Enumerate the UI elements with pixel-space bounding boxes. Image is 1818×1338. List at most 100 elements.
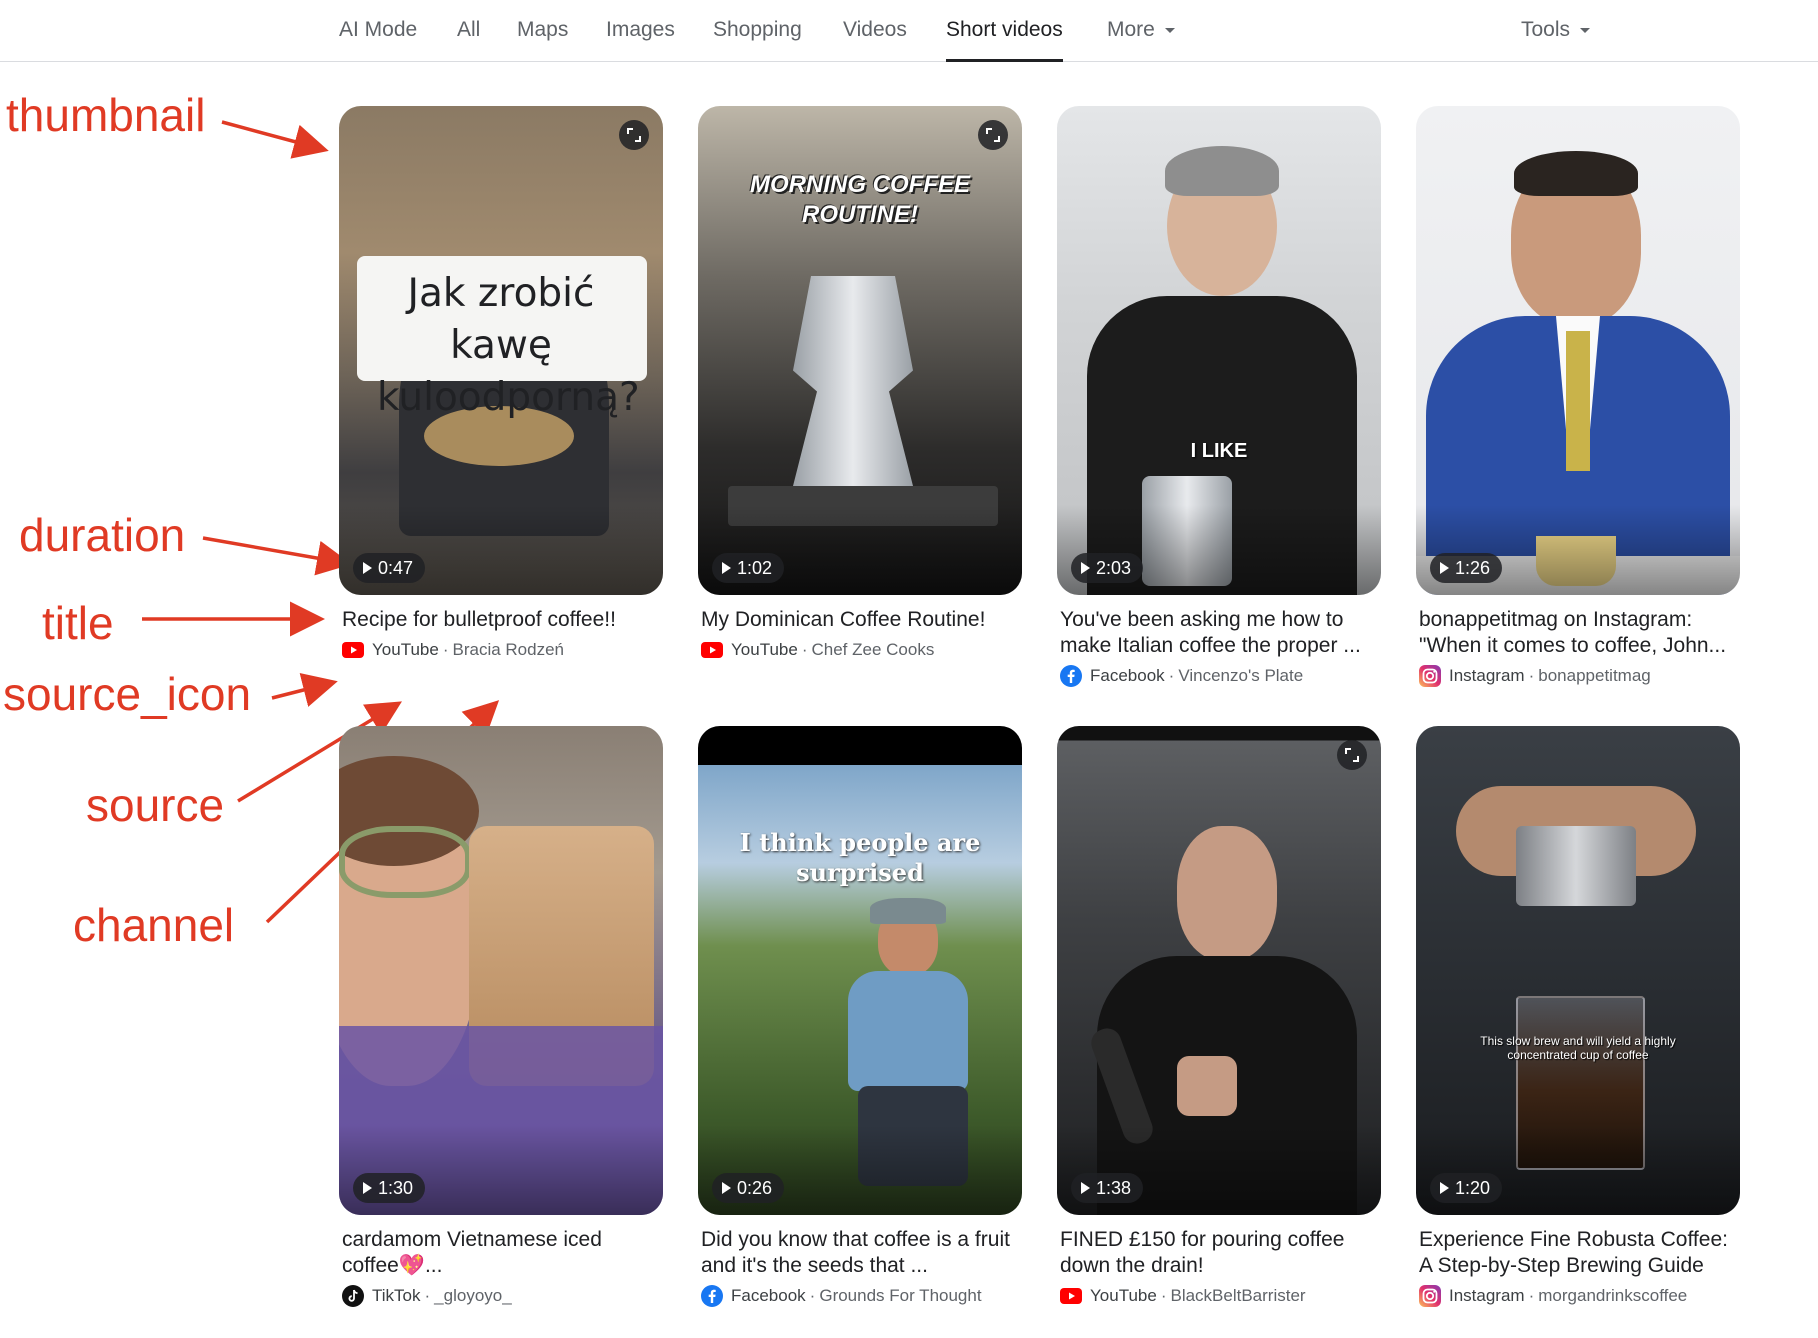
source-name: Instagram xyxy=(1449,666,1525,685)
youtube-icon xyxy=(342,639,364,661)
video-title[interactable]: FINED £150 for pouring coffee down the d… xyxy=(1060,1227,1381,1279)
separator: · xyxy=(1160,1286,1167,1305)
duration-badge: 1:20 xyxy=(1430,1173,1503,1203)
video-title[interactable]: You've been asking me how to make Italia… xyxy=(1060,607,1381,659)
channel-name: Bracia Rodzeń xyxy=(452,640,564,659)
tab-more-label: More xyxy=(1107,18,1155,41)
video-meta: YouTube · BlackBeltBarrister xyxy=(1060,1285,1381,1307)
chevron-down-icon xyxy=(1580,27,1591,33)
duration-text: 0:47 xyxy=(378,558,414,578)
channel-name: BlackBeltBarrister xyxy=(1170,1286,1306,1305)
video-card[interactable]: 1:38 FINED £150 for pouring coffee down … xyxy=(1057,726,1381,1307)
tools-label: Tools xyxy=(1521,18,1571,41)
separator: · xyxy=(801,640,808,659)
tools-button[interactable]: Tools xyxy=(1521,0,1591,61)
tab-videos[interactable]: Videos xyxy=(843,0,907,61)
separator: · xyxy=(424,1286,431,1305)
duration-badge: 1:38 xyxy=(1071,1173,1144,1203)
video-meta: Instagram · morgandrinkscoffee xyxy=(1419,1285,1740,1307)
video-card[interactable]: MORNING COFFEE ROUTINE! 1:02 My Dominica… xyxy=(698,106,1022,661)
expand-icon[interactable] xyxy=(1337,740,1367,770)
separator: · xyxy=(1528,1286,1535,1305)
video-thumbnail[interactable]: 1:38 xyxy=(1057,726,1381,1215)
annotation-thumbnail: thumbnail xyxy=(6,89,206,141)
duration-text: 1:38 xyxy=(1096,1178,1132,1198)
duration-text: 0:26 xyxy=(737,1178,773,1198)
video-thumbnail[interactable]: This slow brew and will yield a highly c… xyxy=(1416,726,1740,1215)
instagram-icon xyxy=(1419,1285,1441,1307)
channel-name: Vincenzo's Plate xyxy=(1178,666,1304,685)
video-title[interactable]: Experience Fine Robusta Coffee: A Step-b… xyxy=(1419,1227,1740,1279)
annotation-duration: duration xyxy=(19,509,186,561)
separator: · xyxy=(442,640,449,659)
video-title[interactable]: My Dominican Coffee Routine! xyxy=(701,607,1022,633)
annotation-title: title xyxy=(42,597,114,649)
tab-images[interactable]: Images xyxy=(606,0,675,61)
source-name: TikTok xyxy=(372,1286,421,1305)
video-title[interactable]: bonappetitmag on Instagram: "When it com… xyxy=(1419,607,1740,659)
video-thumbnail[interactable]: Jak zrobić kawę kuloodporną? 0:47 xyxy=(339,106,663,595)
video-thumbnail[interactable]: 1:26 xyxy=(1416,106,1740,595)
play-icon xyxy=(1081,1182,1090,1194)
source-name: YouTube xyxy=(1090,1286,1157,1305)
tab-short-videos[interactable]: Short videos xyxy=(946,0,1063,62)
video-title[interactable]: cardamom Vietnamese iced coffee💖... xyxy=(342,1227,663,1279)
video-thumbnail[interactable]: I think people are surprised 0:26 xyxy=(698,726,1022,1215)
youtube-icon xyxy=(701,639,723,661)
separator: · xyxy=(809,1286,816,1305)
thumbnail-caption: I LIKE xyxy=(1190,440,1248,462)
tab-shopping[interactable]: Shopping xyxy=(713,0,802,61)
channel-name: Grounds For Thought xyxy=(819,1286,982,1305)
arrow-duration xyxy=(202,536,352,576)
video-thumbnail[interactable]: MORNING COFFEE ROUTINE! 1:02 xyxy=(698,106,1022,595)
play-icon xyxy=(722,562,731,574)
thumbnail-caption: Jak zrobić kawę kuloodporną? xyxy=(377,271,640,420)
duration-badge: 0:47 xyxy=(353,553,426,583)
video-card[interactable]: Jak zrobić kawę kuloodporną? 0:47 Recipe… xyxy=(339,106,663,661)
channel-name: morgandrinkscoffee xyxy=(1538,1286,1688,1305)
video-title[interactable]: Recipe for bulletproof coffee!! xyxy=(342,607,663,633)
video-card[interactable]: I think people are surprised 0:26 Did yo… xyxy=(698,726,1022,1307)
source-name: YouTube xyxy=(731,640,798,659)
video-thumbnail[interactable]: 1:30 xyxy=(339,726,663,1215)
search-tabs-bar: AI Mode All Maps Images Shopping Videos … xyxy=(0,0,1818,62)
duration-text: 1:26 xyxy=(1455,558,1491,578)
video-card[interactable]: This slow brew and will yield a highly c… xyxy=(1416,726,1740,1307)
tab-all[interactable]: All xyxy=(457,0,480,61)
thumbnail-caption: This slow brew and will yield a highly c… xyxy=(1480,1034,1676,1062)
video-meta: YouTube · Chef Zee Cooks xyxy=(701,639,1022,661)
source-name: Instagram xyxy=(1449,1286,1525,1305)
duration-text: 1:20 xyxy=(1455,1178,1491,1198)
tab-ai-mode[interactable]: AI Mode xyxy=(339,0,417,61)
duration-text: 2:03 xyxy=(1096,558,1132,578)
annotation-source: source xyxy=(86,779,225,831)
tab-maps[interactable]: Maps xyxy=(517,0,568,61)
video-card[interactable]: 1:26 bonappetitmag on Instagram: "When i… xyxy=(1416,106,1740,687)
source-name: Facebook xyxy=(1090,666,1165,685)
channel-name: bonappetitmag xyxy=(1538,666,1651,685)
video-meta: Facebook · Grounds For Thought xyxy=(701,1285,1022,1307)
separator: · xyxy=(1528,666,1535,685)
source-name: Facebook xyxy=(731,1286,806,1305)
video-card[interactable]: I LIKE 2:03 You've been asking me how to… xyxy=(1057,106,1381,687)
play-icon xyxy=(1440,1182,1449,1194)
facebook-icon xyxy=(701,1285,723,1307)
play-icon xyxy=(1081,562,1090,574)
separator: · xyxy=(1168,666,1175,685)
tab-more[interactable]: More xyxy=(1107,0,1175,61)
expand-icon[interactable] xyxy=(619,120,649,150)
video-thumbnail[interactable]: I LIKE 2:03 xyxy=(1057,106,1381,595)
duration-badge: 2:03 xyxy=(1071,553,1144,583)
expand-icon[interactable] xyxy=(978,120,1008,150)
arrow-thumbnail xyxy=(221,120,329,159)
thumbnail-caption: MORNING COFFEE ROUTINE! xyxy=(750,171,970,228)
video-title[interactable]: Did you know that coffee is a fruit and … xyxy=(701,1227,1022,1279)
duration-badge: 0:26 xyxy=(712,1173,785,1203)
video-meta: Facebook · Vincenzo's Plate xyxy=(1060,665,1381,687)
duration-text: 1:30 xyxy=(378,1178,414,1198)
duration-badge: 1:26 xyxy=(1430,553,1503,583)
duration-badge: 1:02 xyxy=(712,553,785,583)
video-card[interactable]: 1:30 cardamom Vietnamese iced coffee💖...… xyxy=(339,726,663,1307)
annotation-channel: channel xyxy=(73,899,235,951)
facebook-icon xyxy=(1060,665,1082,687)
